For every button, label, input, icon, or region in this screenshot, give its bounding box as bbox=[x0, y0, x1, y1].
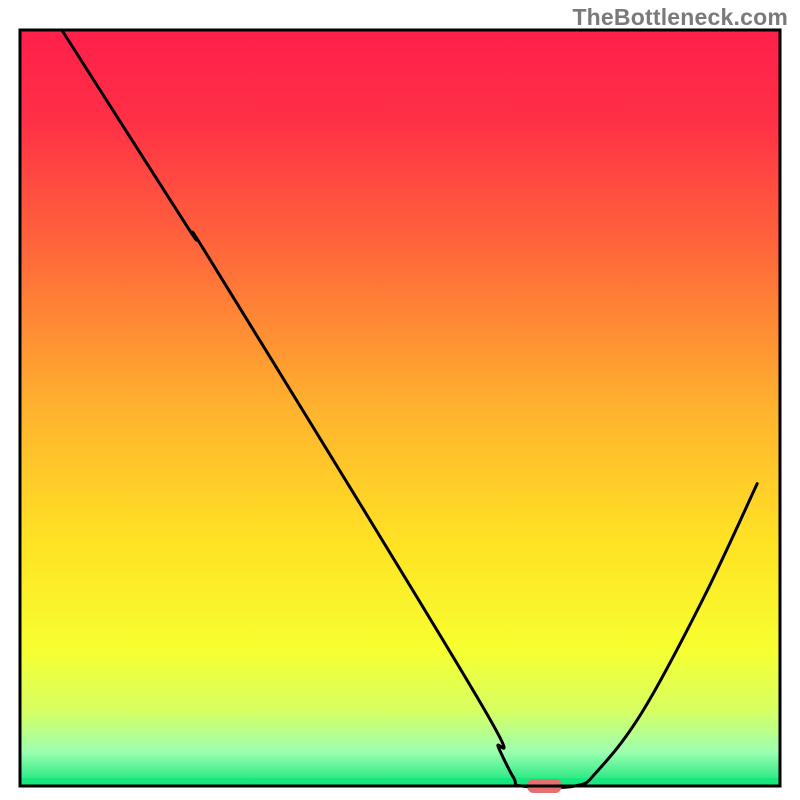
chart-svg bbox=[0, 0, 800, 800]
watermark-text: TheBottleneck.com bbox=[572, 4, 788, 31]
plot-area bbox=[20, 30, 780, 793]
chart-container: TheBottleneck.com bbox=[0, 0, 800, 800]
